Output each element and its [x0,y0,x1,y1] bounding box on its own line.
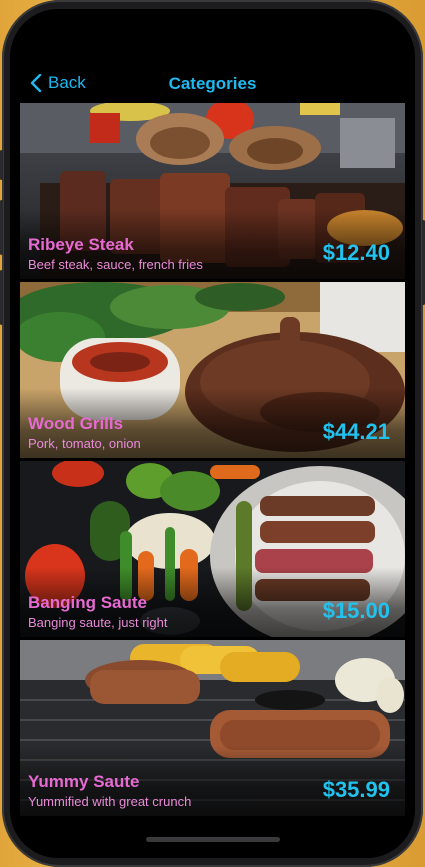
notch [142,9,283,39]
item-name: Banging Saute [28,593,148,612]
item-description: Beef steak, sauce, french fries [28,257,203,272]
side-button [0,150,3,180]
item-description: Pork, tomato, onion [28,436,141,451]
category-card-ribeye-steak[interactable]: Ribeye Steak Beef steak, sauce, french f… [20,103,405,279]
home-indicator[interactable] [145,837,280,842]
volume-button [0,270,3,325]
item-price: $12.40 [322,240,390,265]
screen: Back Categories Ribeye Steak Beef steak,… [10,9,415,858]
item-name: Ribeye Steak [28,235,134,254]
category-card-yummy-saute[interactable]: Yummy Saute Yummified with great crunch … [20,640,405,816]
item-name: Wood Grills [28,414,124,433]
page-title: Categories [168,74,257,93]
navigation-bar: Back Categories [10,69,415,99]
item-price: $35.99 [322,777,390,802]
item-price: $44.21 [322,419,390,444]
category-card-banging-saute[interactable]: Banging Saute Banging saute, just right … [20,461,405,637]
volume-button [0,200,3,255]
item-price: $15.00 [322,598,390,623]
category-list: Ribeye Steak Beef steak, sauce, french f… [20,103,405,819]
item-description: Yummified with great crunch [28,794,192,809]
item-description: Banging saute, just right [28,615,168,630]
category-card-wood-grills[interactable]: Wood Grills Pork, tomato, onion $44.21 [20,282,405,458]
item-name: Yummy Saute [28,772,140,791]
